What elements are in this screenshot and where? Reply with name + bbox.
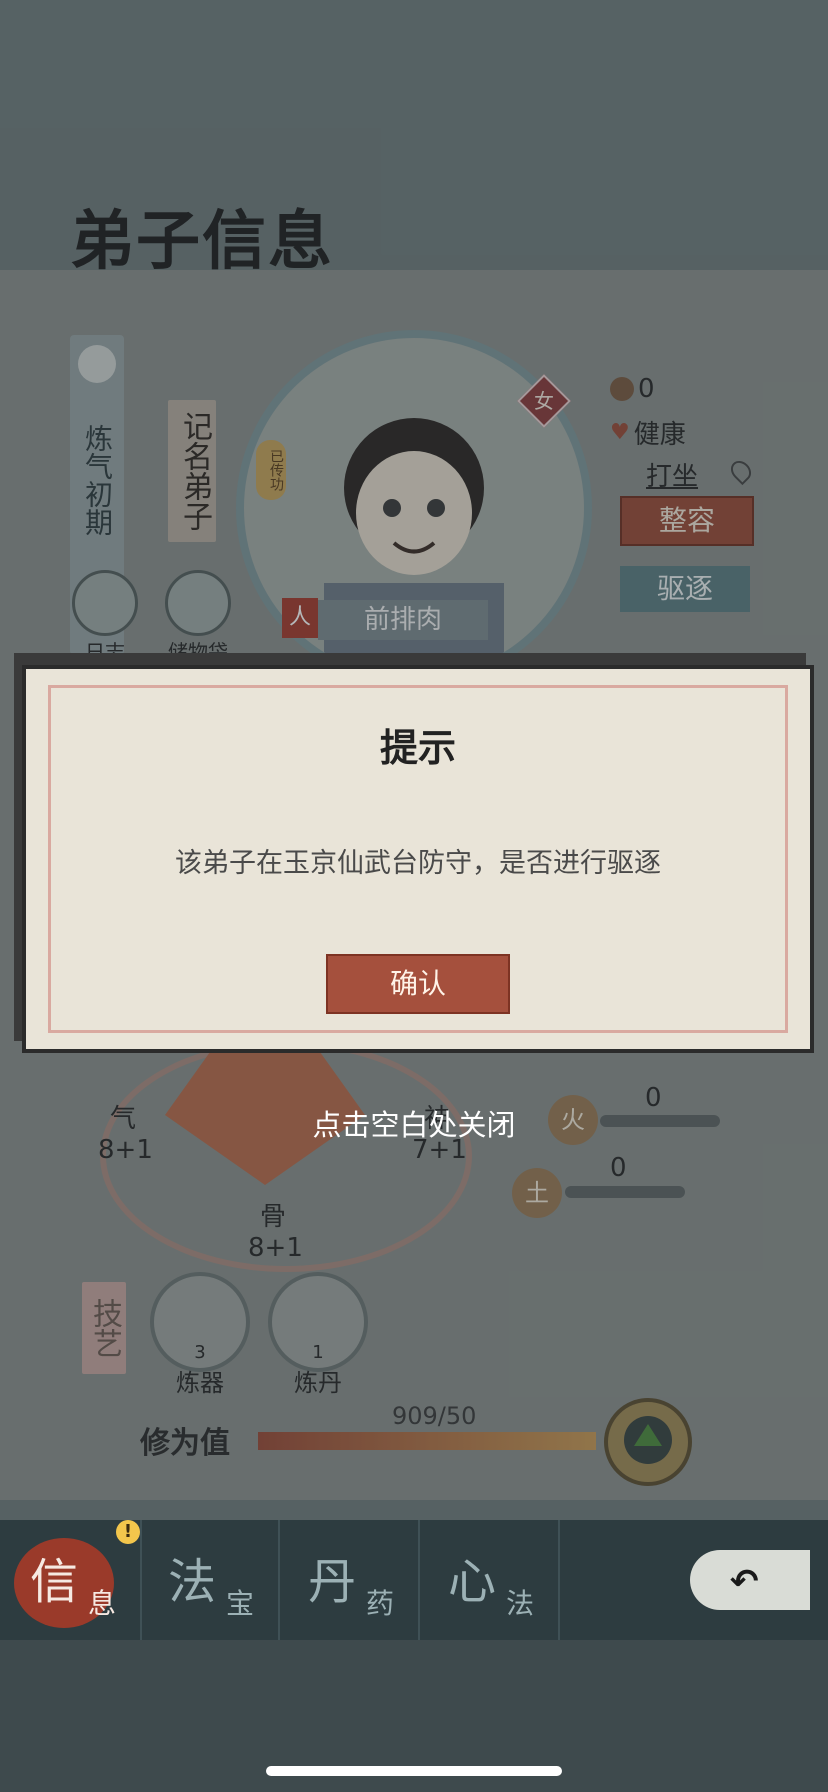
rank-tag: 记名弟子	[168, 400, 216, 542]
cultivation-bar-fill	[258, 1432, 596, 1450]
tab-treasure[interactable]: 法 宝	[142, 1520, 280, 1640]
back-arrow-icon: ↶	[730, 1562, 759, 1602]
log-button[interactable]: 日志	[70, 570, 140, 665]
realm-label: 炼气初期	[81, 424, 114, 536]
earth-bar	[565, 1186, 685, 1198]
bag-icon	[165, 570, 231, 636]
home-indicator	[266, 1766, 562, 1776]
bottom-nav: 信 息 ! 法 宝 丹 药 心 法 ↶	[0, 1520, 828, 1640]
close-hint: 点击空白处关闭	[312, 1108, 516, 1142]
skill-alchemy[interactable]: 1 炼丹	[268, 1272, 368, 1398]
spirit-stat: 0	[610, 374, 655, 404]
breakthrough-button[interactable]	[604, 1398, 692, 1486]
health-stat: ♥ 健康	[610, 420, 686, 450]
spirit-icon	[610, 377, 634, 401]
confirm-button[interactable]: 确认	[326, 954, 510, 1014]
cultivation-label: 修为值	[140, 1426, 230, 1461]
dialog-message: 该弟子在玉京仙武台防守，是否进行驱逐	[175, 848, 661, 879]
role-badge: 人	[282, 598, 318, 638]
makeover-button[interactable]: 整容	[620, 496, 754, 546]
activity-link[interactable]: 打坐	[646, 456, 698, 493]
earth-icon: 土	[512, 1168, 562, 1218]
tab-info[interactable]: 信 息 !	[4, 1520, 142, 1640]
confirm-dialog: 提示 该弟子在玉京仙武台防守，是否进行驱逐 确认	[22, 665, 814, 1053]
tab-mind-method[interactable]: 心 法	[422, 1520, 560, 1640]
skill-refining-tools[interactable]: 3 炼器	[150, 1272, 250, 1398]
page-title: 弟子信息	[70, 204, 334, 279]
book-icon	[72, 570, 138, 636]
cloud-icon	[78, 345, 116, 383]
cultivation-value: 909/50	[392, 1402, 477, 1430]
skills-section-label: 技艺	[82, 1282, 126, 1374]
element-earth: 土	[512, 1168, 562, 1218]
alert-badge: !	[116, 1520, 140, 1544]
passed-on-tag: 已传功	[256, 440, 286, 500]
dialog-title: 提示	[379, 726, 456, 770]
arrow-up-icon	[634, 1424, 662, 1446]
earth-value: 0	[610, 1153, 627, 1183]
bone-attribute: 骨 8+1	[248, 1202, 303, 1263]
cultivation-bar	[258, 1432, 596, 1450]
storage-bag-button[interactable]: 储物袋	[158, 570, 238, 665]
back-button[interactable]: ↶	[690, 1550, 810, 1610]
expel-button[interactable]: 驱逐	[620, 566, 750, 612]
tab-pills[interactable]: 丹 药	[282, 1520, 420, 1640]
disciple-name: 前排肉	[318, 600, 488, 640]
heart-icon: ♥	[610, 420, 630, 445]
